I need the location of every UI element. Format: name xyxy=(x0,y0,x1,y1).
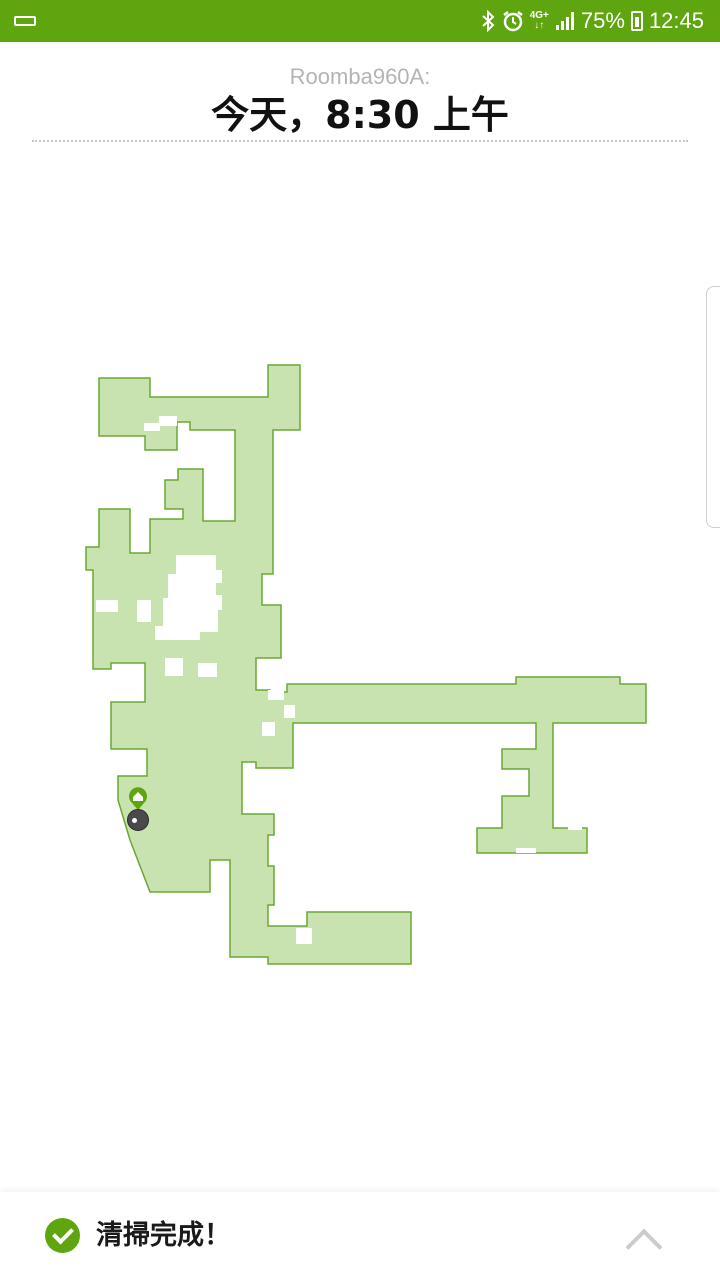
alarm-icon xyxy=(502,10,524,32)
clock: 12:45 xyxy=(648,8,704,33)
chevron-up-icon[interactable] xyxy=(626,1222,658,1254)
robot-icon[interactable] xyxy=(127,809,149,831)
clean-map[interactable] xyxy=(0,150,720,1190)
bluetooth-icon xyxy=(480,10,496,32)
check-circle-icon xyxy=(45,1218,80,1253)
clean-status-text: 清掃完成！ xyxy=(96,1220,231,1251)
run-time-title: 今天，8:30 上午 xyxy=(211,93,509,137)
signal-icon xyxy=(555,11,575,31)
robot-name: Roomba960A: xyxy=(289,64,431,89)
clean-map-svg xyxy=(85,364,647,965)
header: Roomba960A: 今天，8:30 上午 xyxy=(0,62,720,138)
notification-icon xyxy=(14,16,36,26)
status-bar-right: 4G+ ↓↑ 75% 12:45 xyxy=(480,0,704,42)
bottom-status-bar[interactable]: 清掃完成！ xyxy=(0,1192,720,1280)
network-activity-label: ↓↑ xyxy=(534,20,545,31)
battery-charging-icon xyxy=(630,11,643,31)
status-bar: 4G+ ↓↑ 75% 12:45 xyxy=(0,0,720,42)
network-4g-icon: 4G+ ↓↑ xyxy=(530,11,549,31)
battery-percent: 75% xyxy=(580,8,625,33)
header-divider xyxy=(32,140,688,142)
